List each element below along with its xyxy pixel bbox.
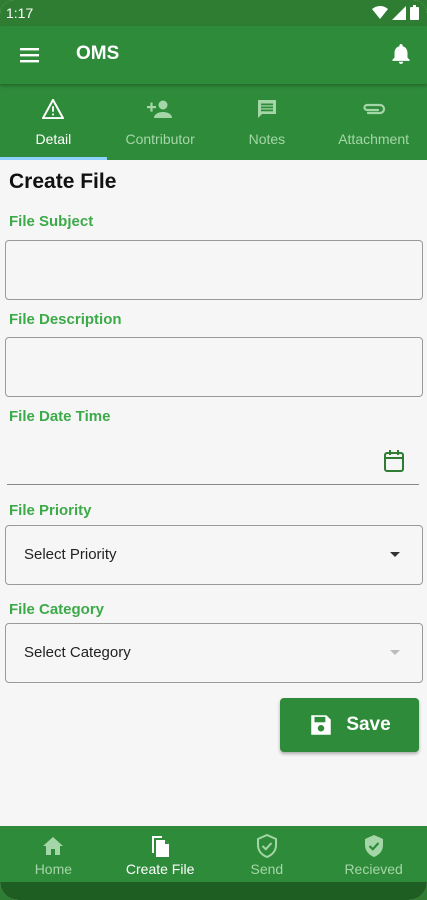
save-button[interactable]: Save (280, 698, 419, 752)
dropdown-arrow-icon (390, 552, 400, 557)
save-button-label: Save (346, 714, 391, 735)
nav-received-label: Recieved (344, 861, 403, 877)
nav-home-label: Home (34, 861, 73, 877)
tab-notes[interactable]: Notes (214, 84, 321, 160)
nav-create-file[interactable]: Create File (107, 826, 214, 882)
file-description-field[interactable] (5, 337, 423, 397)
status-time: 1:17 (6, 5, 34, 21)
file-description-label: File Description (9, 311, 122, 328)
person-add-icon (147, 100, 173, 118)
home-icon (43, 837, 64, 855)
file-subject-input[interactable] (6, 241, 422, 299)
bottom-navigation: Home Create File Send Recieved (0, 826, 427, 882)
priority-selected-value: Select Priority (24, 546, 117, 563)
status-bar: 1:17 (0, 0, 427, 26)
file-subject-label: File Subject (9, 213, 94, 230)
nav-home[interactable]: Home (0, 826, 107, 882)
category-selected-value: Select Category (24, 644, 131, 661)
notification-bell-icon[interactable] (389, 42, 413, 66)
system-icons (372, 5, 419, 20)
nav-send[interactable]: Send (214, 826, 321, 882)
tab-contributor-label: Contributor (125, 131, 195, 147)
warning-icon (42, 99, 65, 119)
dropdown-arrow-icon (390, 650, 400, 655)
category-dropdown[interactable]: Select Category (5, 623, 423, 683)
menu-icon[interactable] (18, 43, 42, 67)
system-navigation-bar (0, 882, 427, 900)
tab-attachment[interactable]: Attachment (320, 84, 427, 160)
shield-check-outline-icon (256, 834, 277, 858)
comment-icon (257, 100, 276, 118)
create-file-form: Create File File Subject File Descriptio… (0, 160, 427, 826)
screen: 1:17 OMS Detail Contributor Notes Attach… (0, 0, 427, 900)
file-subject-field[interactable] (5, 240, 423, 300)
file-category-label: File Category (9, 601, 105, 618)
tab-detail-label: Detail (35, 131, 72, 147)
tab-detail[interactable]: Detail (0, 84, 107, 160)
app-bar: OMS (0, 26, 427, 84)
page-title: Create File (9, 170, 117, 193)
tab-contributor[interactable]: Contributor (107, 84, 214, 160)
tab-bar: Detail Contributor Notes Attachment (0, 84, 427, 160)
signal-icon (392, 5, 406, 20)
file-priority-label: File Priority (9, 502, 92, 519)
file-copy-icon (152, 836, 170, 857)
shield-check-icon (364, 835, 383, 857)
nav-send-label: Send (250, 861, 284, 877)
app-title: OMS (76, 43, 120, 64)
file-date-time-label: File Date Time (9, 408, 111, 425)
priority-dropdown[interactable]: Select Priority (5, 525, 423, 585)
date-time-underline (7, 484, 419, 485)
file-description-input[interactable] (6, 338, 422, 396)
wifi-icon (372, 5, 388, 19)
battery-icon (410, 5, 419, 20)
nav-received[interactable]: Recieved (320, 826, 427, 882)
calendar-icon[interactable] (383, 449, 405, 473)
nav-create-file-label: Create File (125, 861, 195, 877)
save-icon (311, 715, 332, 735)
paperclip-icon (363, 103, 385, 115)
tab-notes-label: Notes (248, 131, 286, 147)
tab-attachment-label: Attachment (338, 131, 410, 147)
